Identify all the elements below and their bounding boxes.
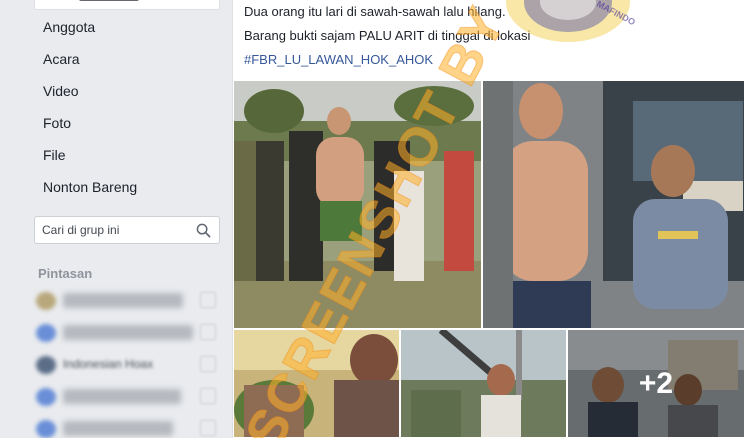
- injured-men-image: [483, 81, 744, 328]
- sidebar-item-nonton-bareng[interactable]: Nonton Bareng: [43, 177, 137, 197]
- sidebar-item-foto[interactable]: Foto: [43, 113, 71, 133]
- shortcut-count-badge: [200, 292, 216, 308]
- shortcut-count-badge: [200, 324, 216, 340]
- post-hashtag-link[interactable]: #FBR_LU_LAWAN_HOK_AHOK: [244, 52, 433, 68]
- shortcut-item[interactable]: [36, 418, 216, 438]
- crowd-image: [234, 81, 481, 328]
- shortcut-label: [63, 421, 173, 436]
- shortcut-count-badge: [200, 420, 216, 436]
- sidebar-item-acara[interactable]: Acara: [43, 49, 80, 69]
- photo-crowd[interactable]: [233, 80, 482, 329]
- sidebar-item-video[interactable]: Video: [43, 81, 79, 101]
- closeup-image: [234, 330, 399, 437]
- shortcut-label: [63, 293, 183, 308]
- shortcut-item[interactable]: [36, 386, 216, 408]
- group-avatar-icon: [36, 292, 56, 310]
- post-text-line: Barang bukti sajam PALU ARIT di tinggal …: [244, 28, 531, 43]
- shortcut-label: [63, 389, 181, 404]
- street-image: [401, 330, 566, 437]
- sidebar-item-anggota[interactable]: Anggota: [43, 17, 95, 37]
- shortcuts-heading: Pintasan: [38, 266, 93, 281]
- shortcut-label: Indonesian Hoax: [63, 357, 154, 371]
- shortcut-label: [63, 325, 193, 340]
- search-icon[interactable]: [196, 223, 211, 238]
- group-avatar-icon: [36, 388, 56, 406]
- left-sidebar: Anggota Acara Video Foto File Nonton Bar…: [0, 0, 232, 438]
- more-photos-count[interactable]: +2: [568, 330, 744, 437]
- group-avatar-icon: [36, 420, 56, 438]
- group-avatar-icon: [36, 356, 56, 374]
- shortcut-item[interactable]: [36, 290, 216, 312]
- shortcut-item[interactable]: Indonesian Hoax: [36, 354, 216, 376]
- photo-injured-men[interactable]: [482, 80, 744, 329]
- post-text-line: Dua orang itu lari di sawah-sawah lalu h…: [244, 4, 506, 19]
- photo-more[interactable]: +2: [567, 329, 744, 438]
- group-post: Dua orang itu lari di sawah-sawah lalu h…: [232, 0, 744, 438]
- search-input[interactable]: [42, 221, 192, 239]
- shortcut-count-badge: [200, 388, 216, 404]
- photo-injured-closeup[interactable]: [233, 329, 400, 438]
- shortcut-item[interactable]: [36, 322, 216, 344]
- sidebar-item-file[interactable]: File: [43, 145, 66, 165]
- group-avatar-icon: [36, 324, 56, 342]
- mafindo-logo-icon: [506, 0, 630, 42]
- shortcut-count-badge: [200, 356, 216, 372]
- group-search: [34, 216, 220, 244]
- sidebar-item-active[interactable]: [34, 0, 220, 10]
- photo-street-scene[interactable]: [400, 329, 567, 438]
